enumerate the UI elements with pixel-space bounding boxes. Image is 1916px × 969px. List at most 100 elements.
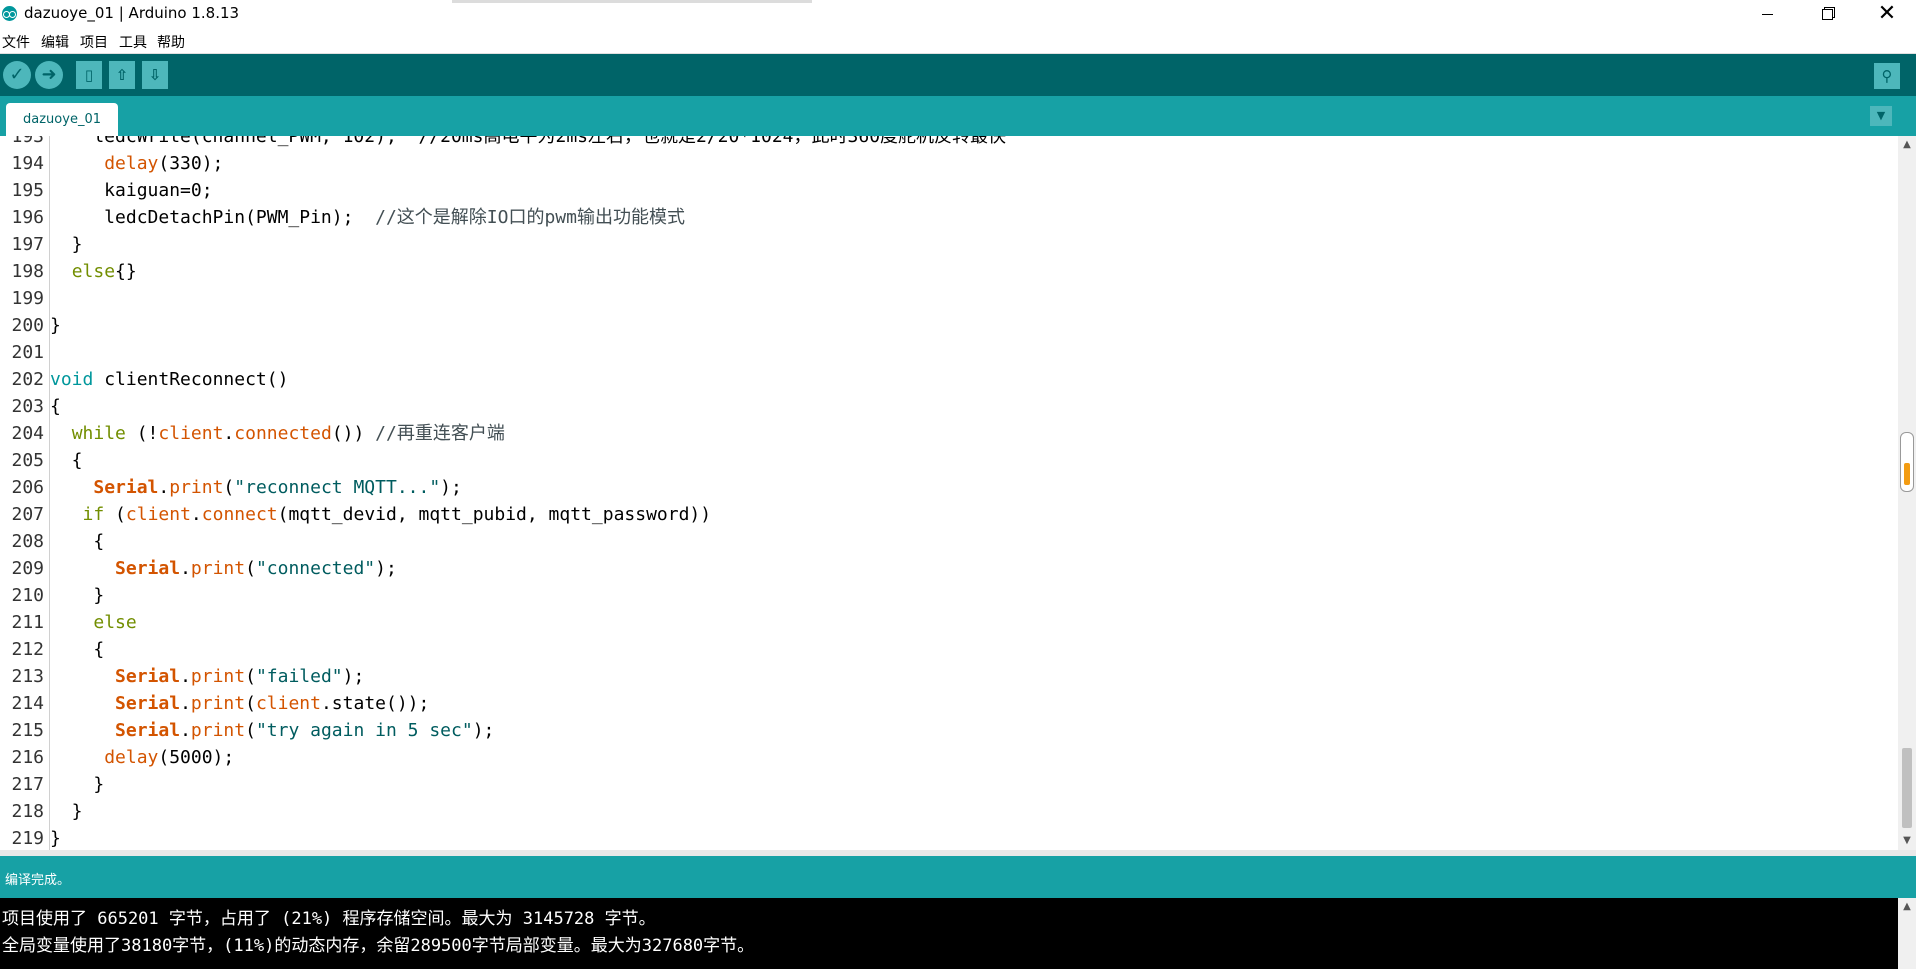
menu-tools[interactable]: 工具: [119, 32, 147, 52]
line-number: 193: [11, 136, 44, 147]
status-bar: 编译完成。: [0, 856, 1916, 898]
new-file-icon: ▯: [84, 66, 94, 84]
open-sketch-button[interactable]: ⇧: [109, 61, 135, 89]
line-number: 199: [11, 288, 44, 309]
code-text: {: [50, 639, 105, 660]
line-number: 197: [11, 234, 44, 255]
code-line: 219}: [0, 825, 1898, 850]
floating-window-edge: [452, 0, 812, 3]
code-editor[interactable]: 193 ledcWrite(channel_PWM, 102); //20ms高…: [0, 136, 1898, 850]
line-number: 196: [11, 207, 44, 228]
code-text: }: [50, 234, 83, 255]
maximize-button[interactable]: [1800, 0, 1854, 29]
title-bar: dazuoye_01 | Arduino 1.8.13 ✕: [0, 0, 1916, 29]
code-text: {: [50, 396, 61, 417]
code-line: 215 Serial.print("try again in 5 sec");: [0, 717, 1898, 744]
code-line: 198 else{}: [0, 258, 1898, 285]
tab-menu-button[interactable]: ▼: [1870, 106, 1892, 126]
window-title: dazuoye_01 | Arduino 1.8.13: [24, 4, 240, 22]
line-number: 218: [11, 801, 44, 822]
code-line: 205 {: [0, 447, 1898, 474]
code-text: }: [50, 585, 105, 606]
save-sketch-button[interactable]: ⇩: [142, 61, 168, 89]
code-text: ledcDetachPin(PWM_Pin); //这个是解除IO口的pwm输出…: [50, 207, 685, 228]
code-line: 217 }: [0, 771, 1898, 798]
console-scrollbar[interactable]: ▲: [1898, 898, 1916, 969]
scroll-thumb[interactable]: [1902, 748, 1912, 828]
console-output[interactable]: 项目使用了 665201 字节，占用了 (21%) 程序存储空间。最大为 314…: [0, 898, 1916, 969]
menu-sketch[interactable]: 项目: [80, 32, 108, 52]
line-number: 208: [11, 531, 44, 552]
line-number: 216: [11, 747, 44, 768]
menu-help[interactable]: 帮助: [157, 32, 185, 52]
code-line: 210 }: [0, 582, 1898, 609]
code-line: 203 {: [0, 393, 1898, 420]
tab-dazuoye-01[interactable]: dazuoye_01: [6, 103, 118, 136]
code-line: 209 Serial.print("connected");: [0, 555, 1898, 582]
editor-scrollbar[interactable]: ▲ ▼: [1898, 136, 1916, 850]
code-text: else{}: [71, 261, 137, 282]
line-number: 194: [11, 153, 44, 174]
minimize-button[interactable]: [1740, 0, 1794, 29]
serial-monitor-button[interactable]: ⚲: [1874, 63, 1900, 89]
code-line: 207 if (client.connect(mqtt_devid, mqtt_…: [0, 501, 1898, 528]
line-number: 195: [11, 180, 44, 201]
new-sketch-button[interactable]: ▯: [76, 61, 102, 89]
code-text: while (!client.connected()) //再重连客户端: [71, 423, 505, 444]
line-number: 215: [11, 720, 44, 741]
minimize-icon: [1761, 14, 1773, 15]
code-text: delay(330);: [104, 153, 224, 174]
code-text: else: [93, 612, 137, 633]
code-text: void clientReconnect(): [50, 369, 289, 390]
scroll-position-marker: [1900, 432, 1914, 492]
code-text: Serial.print("connected");: [115, 558, 397, 579]
code-line: 194 delay(330);: [0, 150, 1898, 177]
code-text: Serial.print("reconnect MQTT...");: [93, 477, 462, 498]
line-number: 207: [11, 504, 44, 525]
scroll-up-icon[interactable]: ▲: [1898, 898, 1916, 916]
line-number: 200: [11, 315, 44, 336]
magnifier-icon: ⚲: [1881, 67, 1893, 85]
menu-edit[interactable]: 编辑: [41, 32, 69, 52]
chevron-down-icon: ▼: [1876, 109, 1886, 122]
line-number: 212: [11, 639, 44, 660]
code-text: delay(5000);: [104, 747, 235, 768]
code-text: Serial.print(client.state());: [115, 693, 430, 714]
code-line: 201: [0, 339, 1898, 366]
code-line: 211 else: [0, 609, 1898, 636]
code-line: 213 Serial.print("failed");: [0, 663, 1898, 690]
line-number: 203: [11, 396, 44, 417]
restore-icon: [1821, 9, 1833, 20]
code-line: 196 ledcDetachPin(PWM_Pin); //这个是解除IO口的p…: [0, 204, 1898, 231]
code-text: }: [50, 828, 61, 849]
code-text: {: [50, 450, 83, 471]
line-number: 210: [11, 585, 44, 606]
code-text: if (client.connect(mqtt_devid, mqtt_pubi…: [82, 504, 712, 525]
line-number: 206: [11, 477, 44, 498]
code-line: 218 }: [0, 798, 1898, 825]
line-number: 202: [11, 369, 44, 390]
console-line: 全局变量使用了38180字节，(11%)的动态内存，余留289500字节局部变量…: [2, 936, 755, 956]
menu-file[interactable]: 文件: [2, 32, 30, 52]
scroll-down-icon[interactable]: ▼: [1898, 832, 1916, 850]
code-line: 214 Serial.print(client.state());: [0, 690, 1898, 717]
checkmark-icon: ✓: [9, 64, 25, 85]
close-button[interactable]: ✕: [1860, 0, 1914, 29]
toolbar: ✓ ➜ ▯ ⇧ ⇩ ⚲: [0, 54, 1916, 96]
scroll-up-icon[interactable]: ▲: [1898, 136, 1916, 154]
code-line: 208 {: [0, 528, 1898, 555]
arrow-down-icon: ⇩: [148, 66, 162, 84]
console-line: 项目使用了 665201 字节，占用了 (21%) 程序存储空间。最大为 314…: [2, 909, 656, 929]
code-text: Serial.print("try again in 5 sec");: [115, 720, 495, 741]
code-text: {: [50, 531, 105, 552]
line-number: 219: [11, 828, 44, 849]
tab-bar: dazuoye_01 ▼: [0, 96, 1916, 136]
menu-bar: 文件 编辑 项目 工具 帮助: [0, 29, 1916, 54]
code-line: 195 kaiguan=0;: [0, 177, 1898, 204]
code-line: 200}: [0, 312, 1898, 339]
verify-button[interactable]: ✓: [3, 61, 31, 89]
code-text: }: [50, 801, 83, 822]
code-line: 202 void clientReconnect(): [0, 366, 1898, 393]
upload-button[interactable]: ➜: [35, 61, 63, 89]
code-text: }: [50, 315, 61, 336]
